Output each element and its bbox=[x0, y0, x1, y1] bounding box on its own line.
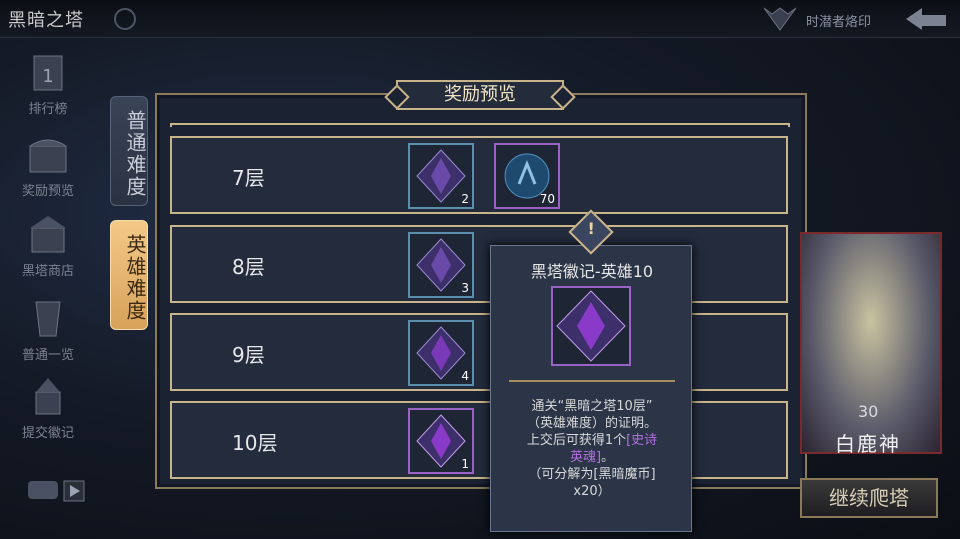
tooltip-title: 黑塔徽记-英雄10 bbox=[530, 262, 654, 281]
desc-line: 通关“黑暗之塔10层” bbox=[531, 399, 653, 414]
item-tooltip: 黑塔徽记-英雄10 通关“黑暗之塔10层” （英雄难度）的证明。 上交后可获得1… bbox=[490, 245, 692, 532]
table-row: 8层 3 bbox=[170, 225, 788, 303]
desc-highlight: [史诗 bbox=[626, 433, 658, 448]
desc-line: x20） bbox=[573, 484, 611, 499]
desc-line: 英魂]。 bbox=[499, 449, 685, 466]
desc-text: 上交后可获得1个 bbox=[526, 433, 627, 448]
desc-highlight: 英魂] bbox=[569, 450, 602, 465]
hero-badge-item[interactable]: 2 bbox=[408, 143, 474, 209]
desc-line: （可分解为[黑暗魔币] bbox=[528, 467, 656, 482]
sidebar-item-rewards[interactable]: 奖励预览 bbox=[8, 134, 88, 199]
alert-mark: ! bbox=[587, 219, 595, 239]
floor-label: 7层 bbox=[232, 166, 265, 190]
hero-badge-item[interactable]: 1 bbox=[408, 408, 474, 474]
sidebar-label: 普通一览 bbox=[21, 348, 74, 363]
continue-climb-button[interactable]: 继续爬塔 bbox=[800, 478, 938, 518]
tooltip-divider bbox=[509, 380, 675, 382]
table-row: 9层 4 bbox=[170, 313, 788, 391]
page-title: 黑暗之塔 bbox=[8, 10, 84, 31]
svg-text:1: 1 bbox=[42, 66, 53, 87]
sidebar-label: 奖励预览 bbox=[21, 184, 74, 199]
shop-icon bbox=[26, 214, 70, 258]
desc-line: （英雄难度）的证明。 bbox=[526, 416, 657, 431]
sidebar-item-submit[interactable]: 提交徽记 bbox=[8, 376, 88, 441]
ranking-icon: 1 bbox=[26, 52, 70, 96]
sidebar-label: 提交徽记 bbox=[21, 426, 74, 441]
panel-title: 奖励预览 bbox=[396, 80, 564, 110]
hero-badge-item[interactable]: 4 bbox=[408, 320, 474, 386]
submit-icon bbox=[26, 376, 70, 420]
top-bar: 黑暗之塔 时潜者烙印 bbox=[0, 0, 960, 38]
sidebar-label: 黑塔商店 bbox=[21, 264, 74, 279]
hero-badge-icon bbox=[551, 286, 631, 366]
floor-label: 10层 bbox=[232, 431, 278, 455]
table-row: 10层 1 bbox=[170, 401, 788, 479]
tooltip-description: 通关“黑暗之塔10层” （英雄难度）的证明。 上交后可获得1个[史诗 英魂]。 … bbox=[499, 398, 685, 500]
hero-badge-item[interactable]: 3 bbox=[408, 232, 474, 298]
sidebar-label: 排行榜 bbox=[28, 102, 68, 117]
floor-label: 8层 bbox=[232, 255, 265, 279]
sidebar-item-overview[interactable]: 普通一览 bbox=[8, 298, 88, 363]
floor-label: 9层 bbox=[232, 343, 265, 367]
sidebar-item-ranking[interactable]: 1 排行榜 bbox=[8, 52, 88, 117]
seal-label[interactable]: 时潜者烙印 bbox=[806, 11, 871, 30]
table-row: 7层 2 70 bbox=[170, 136, 788, 214]
chest-icon bbox=[26, 134, 70, 178]
tab-hero-difficulty[interactable]: 英雄难度 bbox=[110, 220, 148, 330]
item-count: 70 bbox=[539, 192, 555, 206]
hero-name: 白鹿神 bbox=[835, 432, 901, 456]
hero-level: 30 bbox=[858, 402, 879, 421]
soul-coin-item[interactable]: 70 bbox=[494, 143, 560, 209]
desc-text: 。 bbox=[601, 450, 615, 465]
desc-line: 上交后可获得1个[史诗 bbox=[499, 432, 685, 449]
item-count: 1 bbox=[461, 457, 469, 471]
settings-icon[interactable] bbox=[114, 8, 136, 30]
chat-icon[interactable] bbox=[26, 478, 86, 504]
item-count: 4 bbox=[461, 369, 469, 383]
panel-divider bbox=[170, 123, 790, 127]
seal-icon[interactable] bbox=[760, 4, 800, 34]
tab-normal-difficulty[interactable]: 普通难度 bbox=[110, 96, 148, 206]
sidebar-item-shop[interactable]: 黑塔商店 bbox=[8, 214, 88, 279]
overview-icon bbox=[26, 298, 70, 342]
item-count: 2 bbox=[461, 192, 469, 206]
back-arrow-icon[interactable] bbox=[904, 6, 948, 32]
item-count: 3 bbox=[461, 281, 469, 295]
